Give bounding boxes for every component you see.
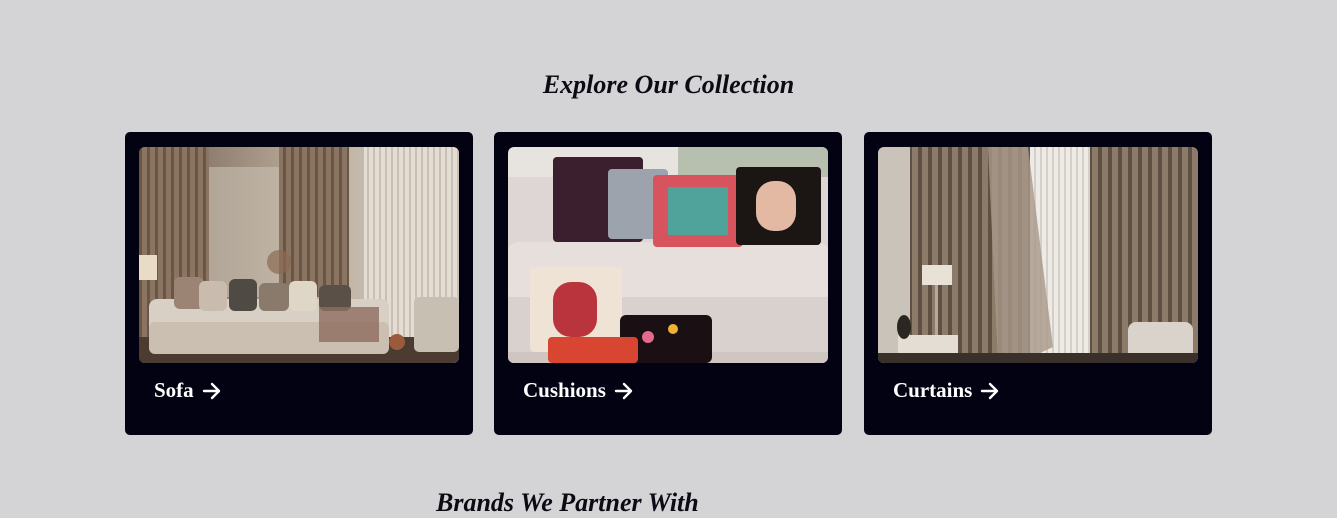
card-label: Curtains xyxy=(893,378,973,402)
collection-card-curtains[interactable]: Curtains xyxy=(864,132,1212,435)
collection-card-sofa[interactable]: Sofa xyxy=(125,132,473,435)
section-title: Explore Our Collection xyxy=(542,70,795,99)
cushions-link[interactable]: Cushions xyxy=(523,378,634,403)
collection-card-cushions[interactable]: Cushions xyxy=(494,132,842,435)
curtains-image[interactable] xyxy=(878,147,1198,363)
card-label: Cushions xyxy=(523,378,606,402)
arrow-right-icon xyxy=(981,382,999,399)
brands-section-title: Brands We Partner With xyxy=(436,488,699,517)
sofa-image[interactable] xyxy=(139,147,459,363)
curtains-link[interactable]: Curtains xyxy=(893,378,1000,403)
arrow-right-icon xyxy=(202,382,220,399)
card-label: Sofa xyxy=(154,378,194,402)
arrow-right-icon xyxy=(614,382,633,399)
sofa-link[interactable]: Sofa xyxy=(154,378,222,403)
cushions-image[interactable] xyxy=(508,147,828,363)
